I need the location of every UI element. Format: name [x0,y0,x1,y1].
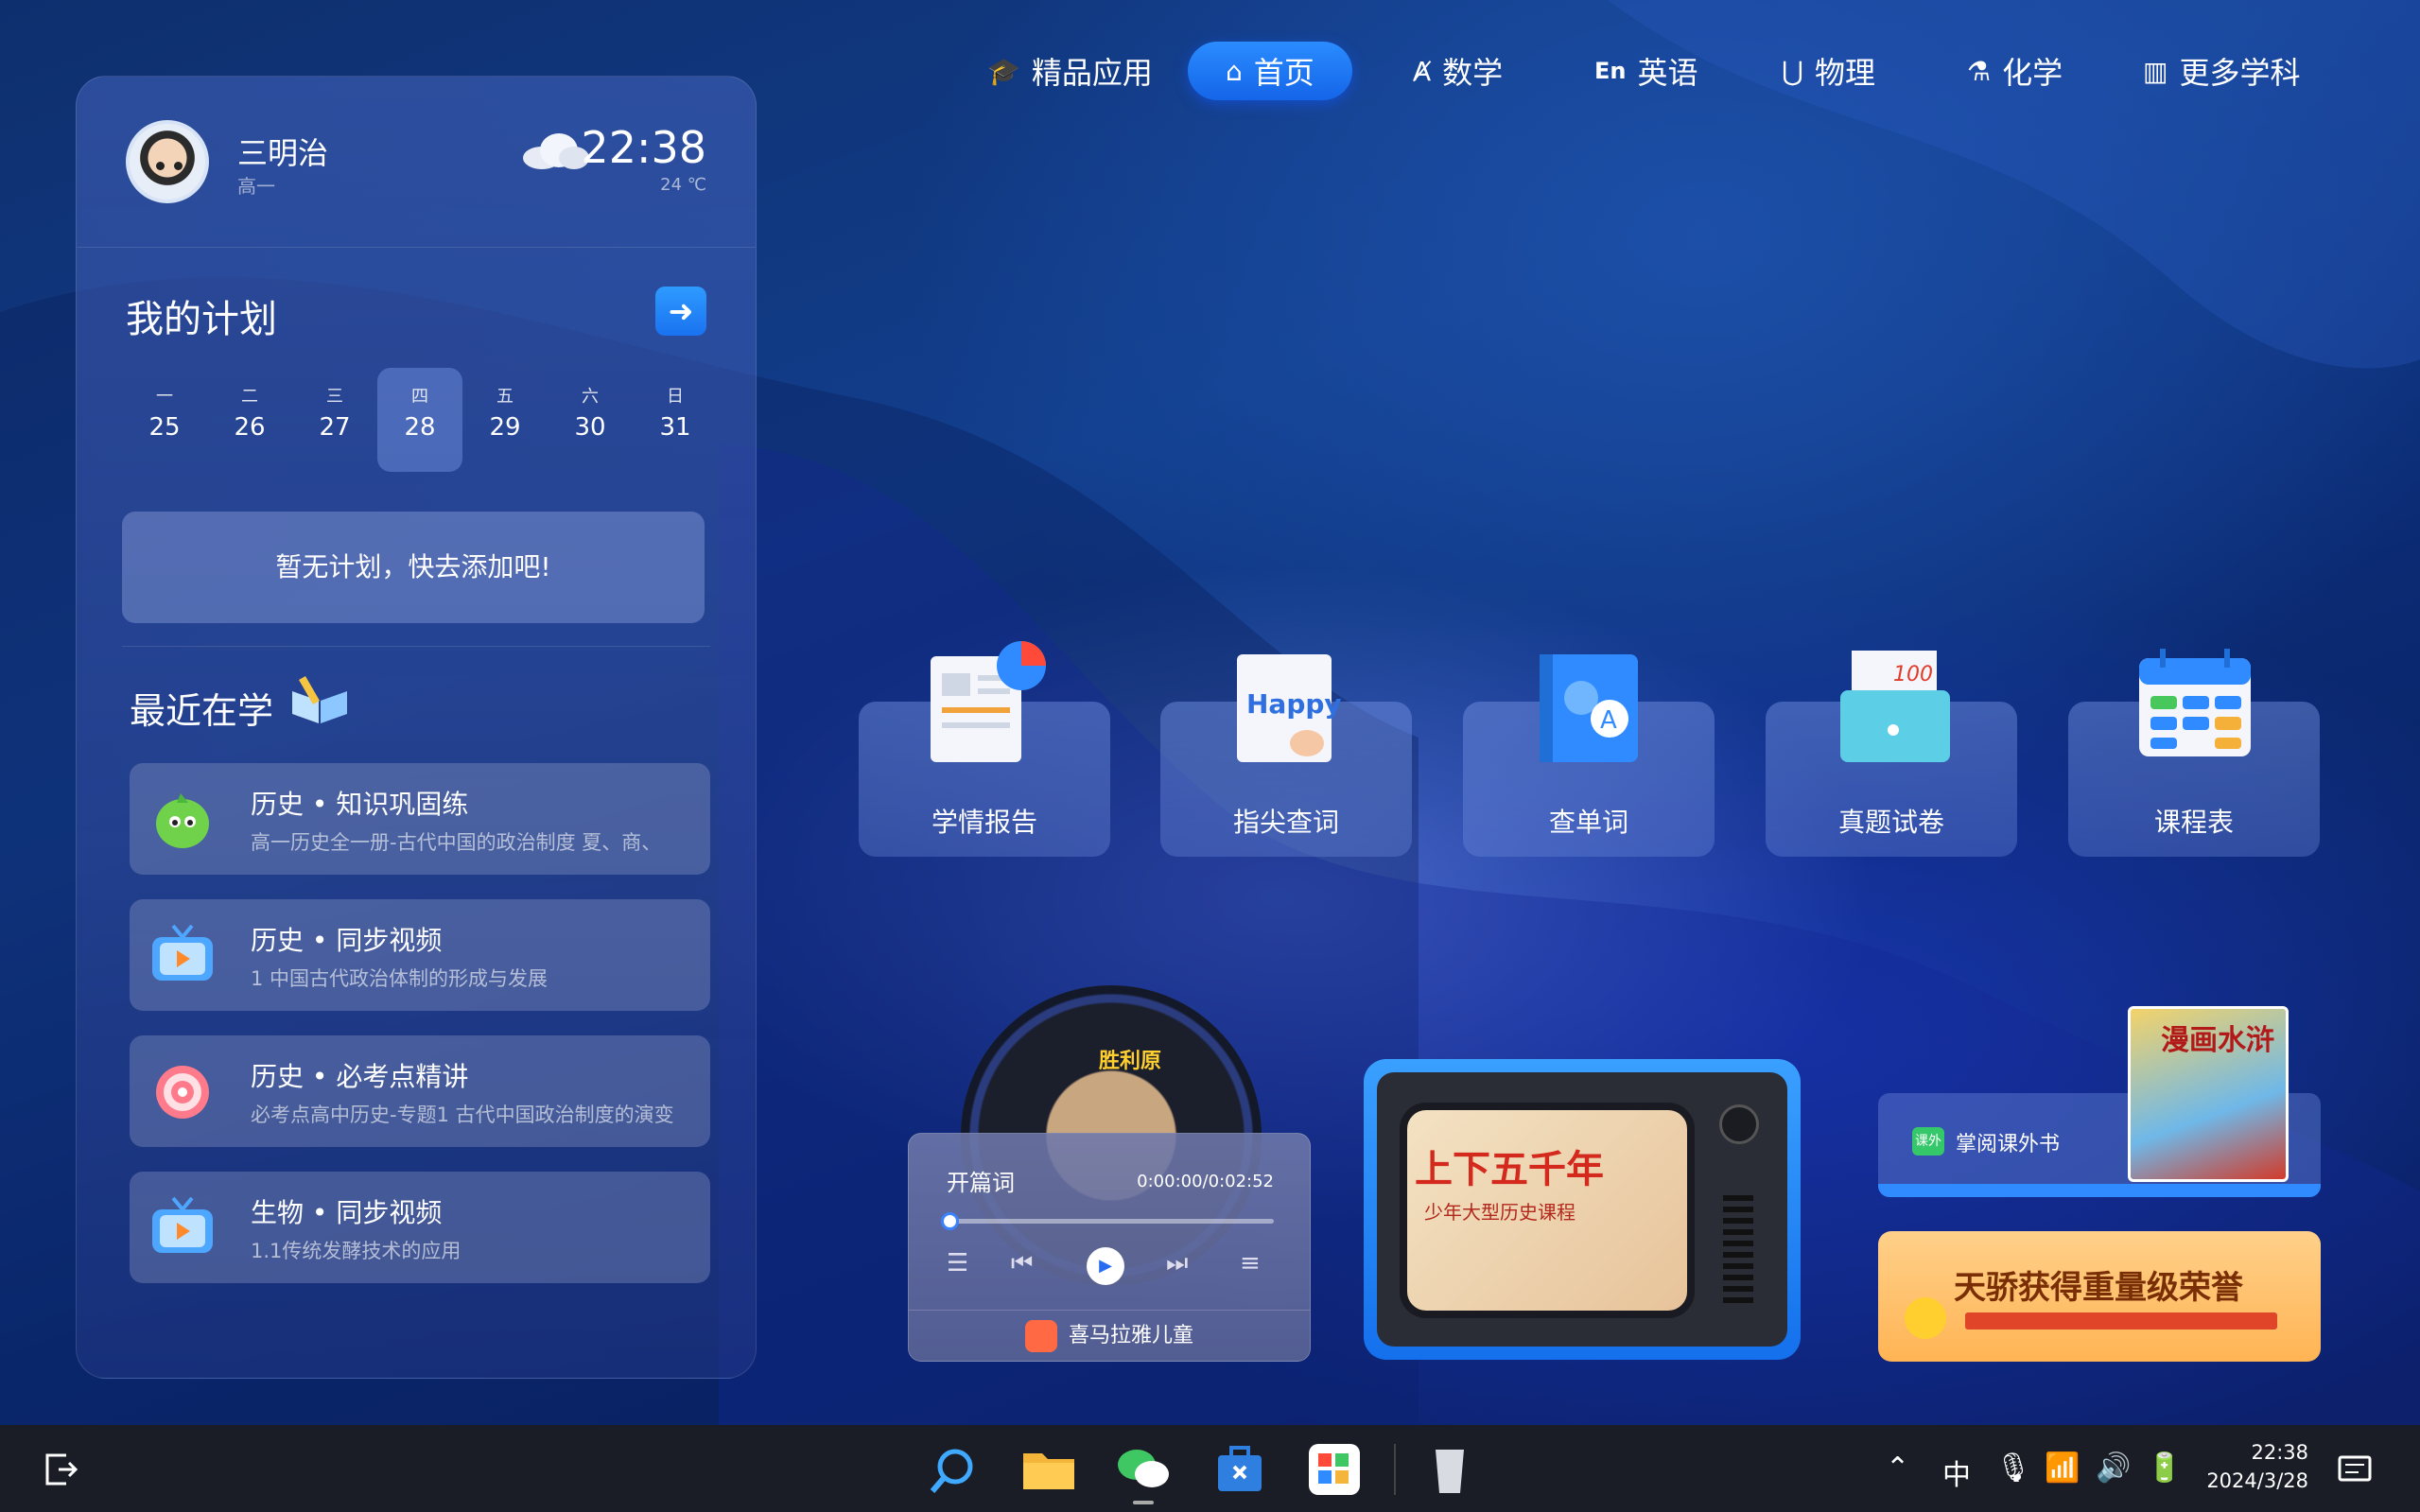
active-indicator [1133,1501,1154,1504]
translate-icon: A [1540,654,1638,762]
exit-icon[interactable] [38,1444,85,1495]
battery-icon[interactable]: 🔋 [2147,1451,2182,1485]
day-tue[interactable]: 二 26 [207,368,292,472]
previous-icon[interactable]: ⏮ [1011,1249,1033,1278]
divider [122,646,710,647]
day-thu[interactable]: 四 28 [377,368,462,472]
list-icon[interactable]: ≡ [1240,1249,1261,1277]
recent-item-history-video[interactable]: 历史 • 同步视频 1 中国古代政治体制的形成与发展 [130,899,710,1011]
week-strip: 一 25 二 26 三 27 四 28 五 29 六 30 日 31 [122,368,720,472]
green-mascot-icon [156,793,209,848]
progress-bar[interactable] [947,1219,1274,1224]
track-title: 开篇词 [947,1170,1015,1196]
recent-item-history-keypoints[interactable]: 历史 • 必考点精讲 必考点高中历史-专题1 古代中国政治制度的演变 [130,1035,710,1147]
taskbar: ⌃ 中 🎙 📶 🔊 🔋 22:38 2024/3/28 [0,1425,2420,1512]
day-mon[interactable]: 一 25 [122,368,207,472]
nav-chemistry[interactable]: ⚗ 化学 [1967,42,2063,100]
music-player: 开篇词 0:00:00/0:02:52 ☰ ⏮ ▶ ⏭ ≡ 喜马拉雅儿童 [908,1133,1311,1362]
taskbar-divider [1394,1444,1396,1495]
home-icon: ⌂ [1226,55,1243,87]
video-tv-icon [152,924,213,981]
tv-knob [1719,1104,1759,1144]
chevron-up-icon[interactable]: ⌃ [1886,1451,1909,1485]
report-icon [931,641,1046,762]
tv-course-card[interactable]: 上下五千年 少年大型历史课程 [1364,1059,1801,1360]
recent-title: 最近在学 [130,690,274,732]
graduation-cap-icon: 🎓 [987,55,1020,87]
honor-banner[interactable]: 天骄获得重量级荣誉 [1878,1231,2321,1362]
tv-screen: 上下五千年 少年大型历史课程 [1400,1103,1695,1318]
svg-text:Happy: Happy [1246,688,1342,720]
book-cover[interactable]: 漫画水浒 [2128,1006,2289,1182]
video-tv-icon [152,1196,213,1253]
app-store-icon[interactable] [1307,1444,1362,1495]
record-label: 胜利原 [1099,1050,1162,1073]
nav-physics[interactable]: ⋃ 物理 [1782,42,1875,100]
compass-icon: Ⱥ [1413,55,1432,87]
temperature: 24 ℃ [660,175,706,195]
recent-item-biology-video[interactable]: 生物 • 同步视频 1.1传统发酵技术的应用 [130,1172,710,1283]
toolbox-icon[interactable] [1212,1444,1267,1495]
search-icon[interactable] [925,1444,980,1495]
target-icon [156,1066,209,1119]
recent-item-history-practice[interactable]: 历史 • 知识巩固练 高一历史全一册-古代中国的政治制度 夏、商、 [130,763,710,875]
left-panel: 三明治 高一 22:38 24 ℃ 我的计划 ➜ 一 25 二 26 三 27 四 28… [76,76,757,1379]
book-cover-title: 漫画水浒 [2161,1024,2274,1057]
svg-text:100: 100 [1893,663,1933,686]
banner-ribbon [1965,1312,2277,1330]
tv-subtitle: 少年大型历史课程 [1424,1201,1576,1224]
day-wed[interactable]: 三 27 [292,368,377,472]
nav-home[interactable]: ⌂ 首页 [1188,42,1352,100]
next-icon[interactable]: ⏭ [1166,1249,1188,1278]
avatar[interactable] [126,120,209,203]
plan-title: 我的计划 [126,298,277,341]
trash-icon[interactable] [1422,1444,1477,1495]
wechat-icon[interactable] [1116,1444,1171,1495]
taskbar-clock[interactable]: 22:38 2024/3/28 [2206,1438,2308,1495]
plan-arrow-button[interactable]: ➜ [655,287,706,336]
open-book-icon [292,676,347,723]
day-sun[interactable]: 日 31 [633,368,718,472]
tv-speaker [1723,1195,1753,1309]
banner-title: 天骄获得重量级荣誉 [1954,1269,2243,1307]
magnet-icon: ⋃ [1782,55,1803,87]
arrow-right-icon: ➜ [668,293,694,329]
timetable-icon [2139,649,2251,756]
divider [77,247,756,248]
user-grade: 高一 [237,175,275,198]
folder-icon[interactable] [1021,1444,1076,1495]
player-source[interactable]: 喜马拉雅儿童 [909,1310,1310,1361]
books-icon: ▥ [2143,55,2168,87]
trophy-icon [1905,1297,1946,1339]
empty-plan-button[interactable]: 暂无计划，快去添加吧! [122,512,705,623]
clock-time: 22:38 [581,122,706,173]
day-fri[interactable]: 五 29 [462,368,548,472]
nav-more-subjects[interactable]: ▥ 更多学科 [2143,42,2300,100]
play-button[interactable]: ▶ [1087,1247,1124,1285]
flask-icon: ⚗ [1967,55,1992,87]
nav-math[interactable]: Ⱥ 数学 [1413,42,1503,100]
wifi-icon[interactable]: 📶 [2045,1451,2080,1485]
tv-title: 上下五千年 [1415,1148,1604,1191]
book-shelf [1878,1184,2321,1197]
playlist-icon[interactable]: ☰ [947,1249,968,1277]
microphone-icon[interactable]: 🎙 [1995,1451,2031,1485]
book-tag: 课外 [1912,1127,1944,1156]
en-icon: En [1594,58,1627,84]
svg-text:A: A [1600,706,1617,735]
day-sat[interactable]: 六 30 [548,368,633,472]
ximalaya-icon [1024,1320,1057,1352]
user-name: 三明治 [237,135,329,171]
volume-icon[interactable]: 🔊 [2096,1451,2131,1485]
track-time: 0:00:00/0:02:52 [1137,1172,1274,1191]
exam-paper-icon: 100 [1840,651,1950,762]
nav-premium-apps[interactable]: 🎓 精品应用 [987,42,1153,100]
progress-knob[interactable] [941,1212,959,1230]
fingertip-dictionary-icon: Happy [1237,654,1342,762]
input-method[interactable]: 中 [1942,1451,1971,1493]
cloud-icon [523,133,589,169]
nav-english[interactable]: En 英语 [1594,42,1698,100]
notification-icon[interactable] [2336,1444,2374,1495]
book-card-label: 掌阅课外书 [1956,1133,2061,1156]
